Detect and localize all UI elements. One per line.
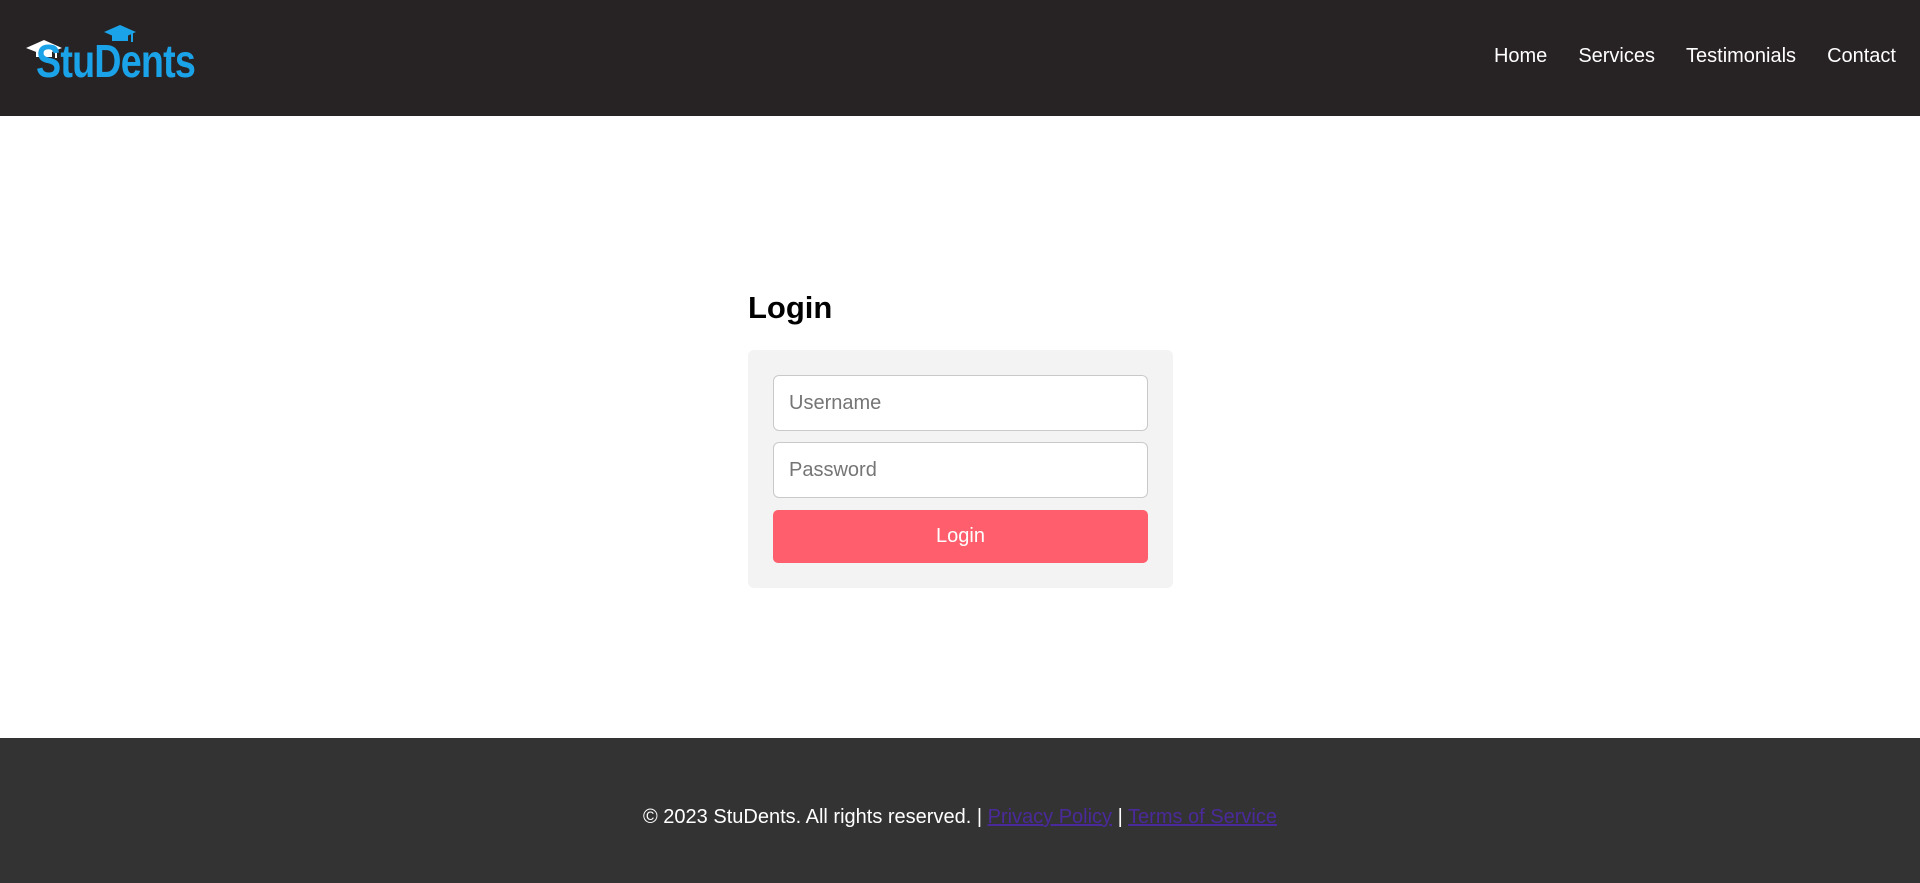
site-logo[interactable]: StuDents <box>26 24 202 86</box>
main-nav: Home Services Testimonials Contact <box>1463 44 1896 68</box>
privacy-policy-link[interactable]: Privacy Policy <box>988 806 1112 828</box>
nav-services[interactable]: Services <box>1578 44 1655 68</box>
login-form: Login <box>748 350 1173 588</box>
footer-separator: | <box>1117 806 1123 828</box>
username-input[interactable] <box>773 375 1148 431</box>
login-button[interactable]: Login <box>773 510 1148 563</box>
login-title: Login <box>748 290 833 325</box>
nav-testimonials[interactable]: Testimonials <box>1686 44 1796 68</box>
logo-text: StuDents <box>36 35 196 87</box>
footer-text: © 2023 StuDents. All rights reserved. | … <box>0 805 1920 829</box>
site-header: StuDents Home Services Testimonials Cont… <box>0 0 1920 116</box>
copyright-text: © 2023 StuDents. All rights reserved. <box>643 806 972 828</box>
site-footer: © 2023 StuDents. All rights reserved. | … <box>0 738 1920 883</box>
password-input[interactable] <box>773 442 1148 498</box>
nav-home[interactable]: Home <box>1494 44 1547 68</box>
nav-contact[interactable]: Contact <box>1827 44 1896 68</box>
footer-separator: | <box>976 806 983 828</box>
terms-of-service-link[interactable]: Terms of Service <box>1128 806 1277 828</box>
